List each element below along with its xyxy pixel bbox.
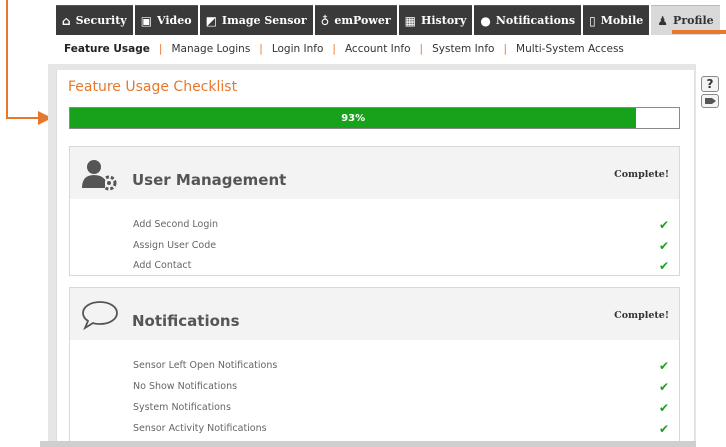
section-notifications: Notifications Complete! Sensor Left Open… — [69, 287, 680, 447]
subnav-feature-usage[interactable]: Feature Usage — [64, 43, 150, 55]
checkmark-icon: ✔ — [658, 218, 669, 232]
tab-label: Image Sensor — [221, 14, 307, 27]
subnav-manage-logins[interactable]: Manage Logins — [171, 43, 250, 55]
subnav-separator: | — [332, 43, 336, 55]
panel-bottom-edge — [40, 441, 696, 447]
checkmark-icon: ✔ — [658, 359, 669, 373]
callout-line — [6, 0, 8, 119]
subnav-account-info[interactable]: Account Info — [345, 43, 411, 55]
tab-label: Notifications — [495, 14, 576, 27]
list-item: System Notifications ✔ — [133, 401, 669, 416]
sub-navigation: Feature Usage | Manage Logins | Login In… — [64, 41, 624, 57]
section-title: Notifications — [132, 312, 240, 330]
image-sensor-icon: ◩ — [205, 13, 217, 28]
list-item: Add Contact ✔ — [133, 259, 669, 274]
list-item: No Show Notifications ✔ — [133, 380, 669, 395]
checklist-item-label: Add Second Login — [133, 219, 219, 230]
checklist-item-label: Sensor Activity Notifications — [133, 423, 267, 434]
person-icon: ♟ — [657, 13, 669, 28]
home-icon: ⌂ — [62, 13, 71, 28]
tab-image-sensor[interactable]: ◩ Image Sensor — [199, 5, 313, 35]
status-badge: Complete! — [614, 169, 669, 180]
tab-notifications[interactable]: ● Notifications — [474, 5, 582, 35]
subnav-login-info[interactable]: Login Info — [272, 43, 324, 55]
mobile-icon: ▯ — [589, 13, 596, 28]
checkmark-icon: ✔ — [658, 239, 669, 253]
subnav-separator: | — [503, 43, 508, 55]
checklist-item-label: Assign User Code — [133, 240, 217, 251]
checklist-item-label: Sensor Left Open Notifications — [133, 360, 278, 371]
subnav-separator: | — [419, 43, 424, 55]
video-camera-icon — [705, 98, 716, 104]
list-item: Sensor Activity Notifications ✔ — [133, 422, 669, 437]
tab-label: Mobile — [600, 14, 644, 27]
checkmark-icon: ✔ — [658, 259, 669, 273]
bulb-icon: ♁ — [320, 13, 330, 28]
tab-label: emPower — [334, 14, 391, 27]
callout-line-horizontal — [6, 117, 40, 119]
status-badge: Complete! — [614, 310, 669, 321]
checklist-item-label: Add Contact — [133, 260, 192, 271]
tab-history[interactable]: ▦ History — [398, 5, 473, 35]
list-item: Add Second Login ✔ — [133, 218, 669, 233]
feature-usage-progress-bar: 93% — [69, 107, 680, 129]
progress-label: 93% — [341, 112, 366, 124]
chat-bubble-icon: ● — [480, 13, 491, 28]
tab-label: Video — [157, 14, 192, 27]
calendar-icon: ▦ — [404, 13, 416, 28]
checklist-item-label: System Notifications — [133, 402, 231, 413]
subnav-separator: | — [259, 43, 263, 55]
tab-video[interactable]: ▣ Video — [134, 5, 198, 35]
checkmark-icon: ✔ — [658, 380, 669, 394]
subnav-system-info[interactable]: System Info — [432, 43, 494, 55]
list-item: Assign User Code ✔ — [133, 239, 669, 254]
tab-empower[interactable]: ♁ emPower — [314, 5, 397, 35]
section-title: User Management — [132, 171, 287, 189]
header-accent-bar — [672, 30, 726, 34]
section-user-management: User Management Complete! Add Second Log… — [69, 146, 680, 276]
checkmark-icon: ✔ — [658, 401, 669, 415]
user-gear-icon — [82, 160, 117, 191]
video-icon: ▣ — [140, 13, 153, 28]
tab-label: Profile — [673, 14, 714, 27]
subnav-multi-system-access[interactable]: Multi-System Access — [516, 43, 624, 55]
question-icon: ? — [706, 77, 714, 91]
tab-label: History — [420, 14, 467, 27]
tab-security[interactable]: ⌂ Security — [56, 5, 133, 35]
help-button[interactable]: ? — [701, 76, 719, 92]
tab-label: Security — [75, 14, 127, 27]
video-help-button[interactable] — [701, 94, 719, 108]
tab-mobile[interactable]: ▯ Mobile — [583, 5, 650, 35]
checklist-item-label: No Show Notifications — [133, 381, 238, 392]
checkmark-icon: ✔ — [658, 422, 669, 436]
subnav-separator: | — [158, 43, 163, 55]
list-item: Sensor Left Open Notifications ✔ — [133, 359, 669, 374]
speech-bubble-icon — [82, 301, 118, 331]
page-title: Feature Usage Checklist — [68, 79, 238, 95]
main-tab-bar: ⌂ Security ▣ Video ◩ Image Sensor ♁ emPo… — [56, 5, 722, 35]
